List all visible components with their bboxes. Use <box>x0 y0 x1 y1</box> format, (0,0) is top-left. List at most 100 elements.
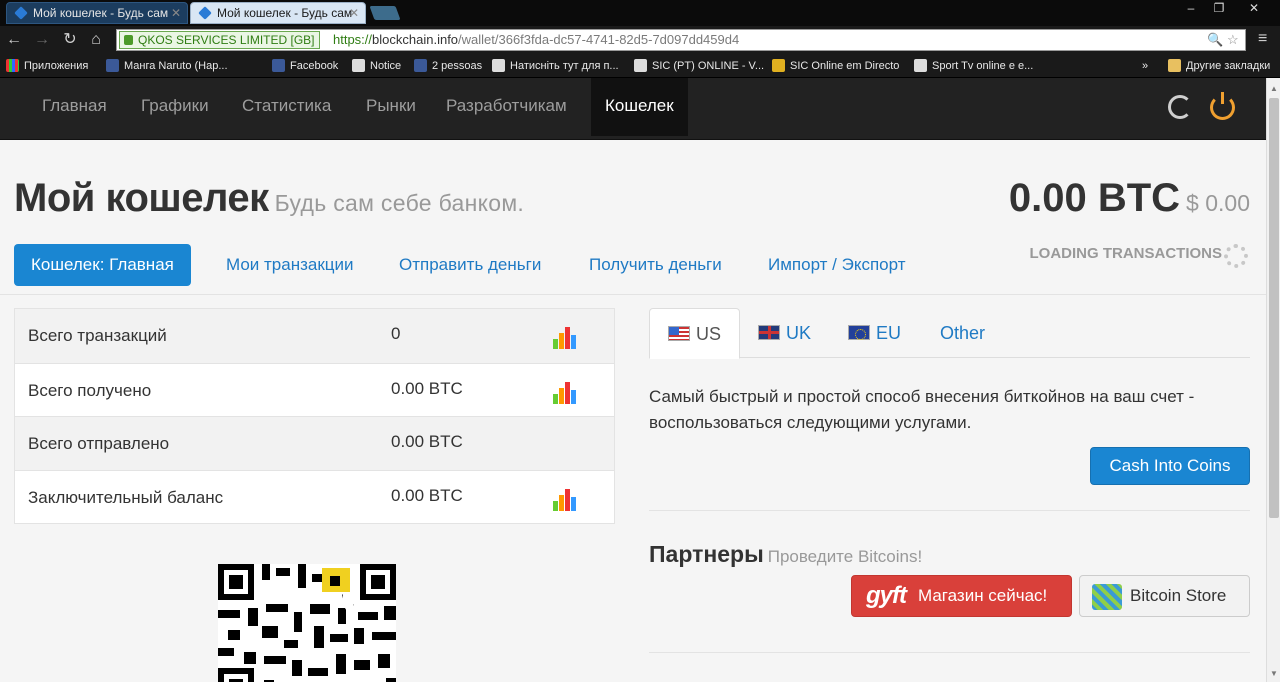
refresh-icon[interactable] <box>1168 95 1192 119</box>
bookmark-facebook[interactable]: Facebook <box>272 58 338 74</box>
stat-value: 0.00 BTC <box>391 378 463 398</box>
tab-import-export[interactable]: Импорт / Экспорт <box>751 244 922 286</box>
tab-label: US <box>696 324 722 344</box>
bar-chart-icon[interactable] <box>553 488 577 511</box>
bookmark-sport-tv[interactable]: Sport Tv online e e... <box>914 58 1033 74</box>
uk-flag-icon <box>758 324 780 340</box>
ev-organization: QKOS SERVICES LIMITED [GB] <box>138 33 315 47</box>
nav-markets[interactable]: Рынки <box>352 78 430 136</box>
url-scheme: https:// <box>333 32 373 47</box>
nav-charts[interactable]: Графики <box>127 78 223 136</box>
site-navbar: Главная Графики Статистика Рынки Разрабо… <box>0 78 1268 140</box>
bookmark-natysnit[interactable]: Натисніть тут для п... <box>492 58 619 74</box>
back-arrow-icon[interactable]: ← <box>4 30 24 50</box>
ev-certificate-badge[interactable]: QKOS SERVICES LIMITED [GB] <box>119 31 320 49</box>
divider <box>649 510 1250 511</box>
bookmark-label: Приложения <box>24 60 89 72</box>
balance-btc: 0.00 BTC <box>1008 176 1181 220</box>
partners-heading: Партнеры Проведите Bitcoins! <box>649 541 922 568</box>
partners-subtitle: Проведите Bitcoins! <box>767 547 923 566</box>
zoom-icon[interactable]: 🔍 <box>1207 30 1223 50</box>
tab-eu[interactable]: EU <box>830 308 919 358</box>
bookmark-2-pessoas[interactable]: 2 pessoas <box>414 58 482 74</box>
close-window-icon[interactable]: ✕ <box>1234 0 1274 18</box>
table-row: Всего получено 0.00 BTC <box>15 362 614 417</box>
tab-send-money[interactable]: Отправить деньги <box>382 244 558 286</box>
tab-receive-money[interactable]: Получить деньги <box>572 244 739 286</box>
browser-toolbar: ← → ↻ ⌂ QKOS SERVICES LIMITED [GB] https… <box>0 26 1280 54</box>
browser-tab-2[interactable]: Мой кошелек - Будь сам ✕ <box>190 2 366 24</box>
close-tab-icon[interactable]: ✕ <box>349 3 359 23</box>
tab-my-transactions[interactable]: Мои транзакции <box>209 244 371 286</box>
loading-status: LOADING TRANSACTIONS <box>1029 245 1223 262</box>
minimize-icon[interactable]: – <box>1178 0 1204 18</box>
url-path: /wallet/366f3fda-dc57-4741-82d5-7d097dd4… <box>458 32 740 47</box>
wallet-stats-table: Всего транзакций 0 Всего получено 0.00 B… <box>14 308 615 524</box>
stat-value: 0 <box>391 324 401 343</box>
tab-uk[interactable]: UK <box>740 308 829 358</box>
new-tab-button[interactable] <box>369 6 401 20</box>
bookmark-sic-online[interactable]: SIC Online em Directo <box>772 58 899 74</box>
page-title-text: Мой кошелек <box>14 176 269 220</box>
nav-stats[interactable]: Статистика <box>228 78 345 136</box>
page-icon <box>492 59 505 72</box>
facebook-icon <box>272 59 285 72</box>
nav-developers[interactable]: Разработчикам <box>432 78 581 136</box>
bookmarks-overflow[interactable]: » <box>1142 58 1148 74</box>
reload-icon[interactable]: ↻ <box>60 30 80 50</box>
tab-label: EU <box>876 323 902 343</box>
wallet-balance[interactable]: 0.00 BTC $ 0.00 <box>1009 176 1250 221</box>
browser-menu-icon[interactable]: ≡ <box>1258 30 1267 48</box>
browser-tab-1[interactable]: Мой кошелек - Будь сам ✕ <box>6 2 188 24</box>
bookmarks-overflow-label: » <box>1142 60 1149 72</box>
close-tab-icon[interactable]: ✕ <box>171 3 181 23</box>
gyft-logo: gyft <box>866 582 907 609</box>
forward-arrow-icon[interactable]: → <box>32 30 52 50</box>
bookmark-star-icon[interactable]: ☆ <box>1227 30 1239 50</box>
browser-tab-title: Мой кошелек - Будь сам <box>217 6 353 20</box>
page-scrollbar[interactable]: ▲ ▼ <box>1266 78 1280 682</box>
other-bookmarks[interactable]: Другие закладки <box>1168 58 1270 74</box>
exchange-description: Самый быстрый и простой способ внесения … <box>649 387 1195 432</box>
table-row: Заключительный баланс 0.00 BTC <box>15 469 614 524</box>
bookmark-sic-pt[interactable]: SIC (PT) ONLINE - V... <box>634 58 764 74</box>
bookmark-label: Натисніть тут для п... <box>510 60 619 72</box>
browser-titlebar: Мой кошелек - Будь сам ✕ Мой кошелек - Б… <box>0 0 1280 26</box>
wallet-qr-code[interactable] <box>218 564 396 682</box>
home-icon[interactable]: ⌂ <box>86 30 106 50</box>
page-title: Мой кошелек Будь сам себе банком. <box>14 176 524 221</box>
blockchain-favicon-icon <box>14 6 28 20</box>
url-text[interactable]: https://blockchain.info/wallet/366f3fda-… <box>333 30 739 50</box>
blockchain-favicon-icon <box>198 6 212 20</box>
bitcoin-store-button[interactable]: Bitcoin Store <box>1079 575 1250 617</box>
scrollbar-thumb[interactable] <box>1269 98 1279 518</box>
address-bar[interactable]: QKOS SERVICES LIMITED [GB] https://block… <box>116 29 1246 51</box>
bookmark-naruto[interactable]: Манга Naruto (Нар... <box>106 58 228 74</box>
bookmark-label: 2 pessoas <box>432 60 483 72</box>
page-icon <box>352 59 365 72</box>
scroll-up-icon[interactable]: ▲ <box>1270 84 1278 93</box>
facebook-icon <box>414 59 427 72</box>
stat-value: 0.00 BTC <box>391 485 463 505</box>
bookmark-label: SIC (PT) ONLINE - V... <box>652 60 765 72</box>
bookmark-apps[interactable]: Приложения <box>6 58 88 74</box>
logout-power-icon[interactable] <box>1210 92 1235 120</box>
gyft-shop-button[interactable]: gyft Магазин сейчас! <box>851 575 1072 617</box>
cash-into-coins-button[interactable]: Cash Into Coins <box>1090 447 1250 485</box>
nav-wallet[interactable]: Кошелек <box>591 78 688 136</box>
tab-other[interactable]: Other <box>922 308 1003 358</box>
loading-spinner-icon <box>1224 244 1248 268</box>
bookmark-label: Sport Tv online e e... <box>932 60 1034 72</box>
bar-chart-icon[interactable] <box>553 327 577 349</box>
scroll-down-icon[interactable]: ▼ <box>1270 669 1278 678</box>
partners-title: Партнеры <box>649 541 764 567</box>
tab-us[interactable]: US <box>649 308 741 359</box>
table-row: Всего транзакций 0 <box>15 309 614 363</box>
maximize-icon[interactable]: ❐ <box>1206 0 1232 18</box>
nav-home[interactable]: Главная <box>28 78 121 136</box>
bar-chart-icon[interactable] <box>553 381 577 404</box>
tab-wallet-home[interactable]: Кошелек: Главная <box>14 244 191 286</box>
bookmark-notice[interactable]: Notice <box>352 58 401 74</box>
stat-value: 0.00 BTC <box>391 432 463 451</box>
folder-icon <box>1168 59 1181 72</box>
